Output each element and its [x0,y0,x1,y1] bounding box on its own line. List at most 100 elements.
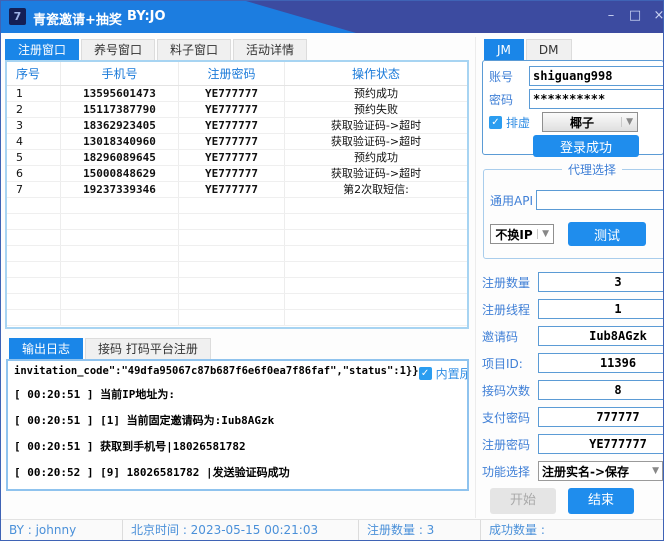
account-panel: 账号 密码 ✓ 排虚 椰子 ▼ 登录成功 [482,60,664,155]
field-label: 接码次数 [482,382,538,399]
main-tab-3[interactable]: 料子窗口 [157,39,231,60]
builtin-checkbox[interactable]: ✓ 内置尿素 [419,365,469,382]
table-cell: 15117387790 [61,102,179,117]
account-label: 账号 [489,68,525,85]
table-cell [61,294,179,309]
account-tab-1[interactable]: JM [484,39,524,60]
function-dropdown[interactable]: 注册实名->保存 ▼ [538,461,663,481]
column-header: 手机号 [61,62,179,85]
table-cell: 第2次取短信: [285,182,467,197]
minimize-icon[interactable]: – [599,7,623,25]
password-input[interactable] [529,89,664,109]
log-line: [ 00:20:52 ] [9] 18026581782 |发送验证码成功 [14,460,461,486]
table-cell [285,262,467,277]
table-cell [285,246,467,261]
proxy-groupbox: 代理选择 通用API 不换IP ▼ 测试 [483,161,664,259]
log-tab-1[interactable]: 输出日志 [9,338,83,359]
table-cell: 15000848629 [61,166,179,181]
table-row [7,262,467,278]
account-tab-2[interactable]: DM [526,39,572,60]
table-cell: YE777777 [179,118,285,133]
api-input[interactable] [536,190,664,210]
table-row[interactable]: 318362923405YE777777获取验证码->超时 [7,118,467,134]
field-input[interactable] [538,353,664,373]
app-icon: 7 [9,8,26,25]
log-tab-2[interactable]: 接码 打码平台注册 [85,338,211,359]
table-cell [7,246,61,261]
close-icon[interactable]: × [647,7,664,25]
start-button[interactable]: 开始 [490,488,556,514]
log-tab-bar: 输出日志接码 打码平台注册 [9,338,213,359]
main-tab-4[interactable]: 活动详情 [233,39,307,60]
field-input[interactable] [538,326,664,346]
window-title: 青瓷邀请+抽奖 [33,9,122,28]
app-window: 7 青瓷邀请+抽奖 BY:JO – □ × 注册窗口养号窗口料子窗口活动详情 序… [0,0,664,541]
field-input[interactable] [538,380,664,400]
platform-dropdown[interactable]: 椰子 ▼ [542,112,638,132]
account-input[interactable] [529,66,664,86]
log-line: [ 00:20:51 ] [1] 当前固定邀请码为:Iub8AGzk [14,408,461,434]
table-cell [61,214,179,229]
builtin-checkbox-label: 内置尿素 [436,365,469,382]
table-cell: 获取验证码->超时 [285,166,467,181]
test-button[interactable]: 测试 [568,222,646,246]
table-cell [179,278,285,293]
field-input[interactable] [538,272,664,292]
table-row[interactable]: 615000848629YE777777获取验证码->超时 [7,166,467,182]
table-cell: YE777777 [179,134,285,149]
table-cell: 7 [7,182,61,197]
table-row[interactable]: 215117387790YE777777预约失败 [7,102,467,118]
table-row[interactable]: 113595601473YE777777预约成功 [7,86,467,102]
field-label: 项目ID: [482,355,538,372]
table-cell [285,278,467,293]
filter-virtual-checkbox[interactable]: ✓ 排虚 [489,114,530,131]
field-input[interactable] [538,407,664,427]
log-output[interactable]: invitation_code":"49dfa95067c87b687f6e6f… [6,359,469,491]
titlebar: 7 青瓷邀请+抽奖 BY:JO – □ × [1,1,664,33]
table-cell [61,310,179,325]
table-cell [61,278,179,293]
table-cell [7,278,61,293]
password-label: 密码 [489,91,525,108]
chevron-down-icon: ▼ [649,466,662,476]
proxy-title: 代理选择 [562,161,622,178]
status-success-count: 成功数量 : [481,520,664,540]
table-row[interactable]: 518296089645YE777777预约成功 [7,150,467,166]
table-row[interactable]: 719237339346YE777777第2次取短信: [7,182,467,198]
table-cell [285,214,467,229]
table-cell [285,310,467,325]
chevron-down-icon: ▼ [537,229,553,239]
main-tab-1[interactable]: 注册窗口 [5,39,79,60]
table-cell [61,246,179,261]
table-cell: 18362923405 [61,118,179,133]
main-tab-bar: 注册窗口养号窗口料子窗口活动详情 [5,39,309,60]
table-row [7,278,467,294]
table-row [7,246,467,262]
table-cell: 13595601473 [61,86,179,101]
field-input[interactable] [538,434,664,454]
field-label: 注册线程 [482,301,538,318]
table-cell [61,198,179,213]
filter-virtual-label: 排虚 [506,114,530,131]
field-input[interactable] [538,299,664,319]
table-cell [7,310,61,325]
field-label: 注册数量 [482,274,538,291]
table-cell [7,214,61,229]
table-cell: YE777777 [179,166,285,181]
main-tab-2[interactable]: 养号窗口 [81,39,155,60]
status-bar: BY : johnny 北京时间 : 2023-05-15 00:21:03 注… [1,519,664,540]
status-author: BY : johnny [1,520,123,540]
table-cell [179,294,285,309]
column-header: 序号 [7,62,61,85]
table-cell [285,230,467,245]
maximize-icon[interactable]: □ [623,7,647,25]
ip-dropdown[interactable]: 不换IP ▼ [490,224,554,244]
log-line: [ 00:20:51 ] 当前IP地址为: [14,382,461,408]
log-lines: [ 00:20:51 ] 当前IP地址为:[ 00:20:51 ] [1] 当前… [14,382,461,491]
end-button[interactable]: 结束 [568,488,634,514]
login-button[interactable]: 登录成功 [533,135,639,157]
function-dropdown-value: 注册实名->保存 [542,463,649,480]
status-time: 北京时间 : 2023-05-15 00:21:03 [123,520,359,540]
table-cell [61,230,179,245]
table-row[interactable]: 413018340960YE777777获取验证码->超时 [7,134,467,150]
